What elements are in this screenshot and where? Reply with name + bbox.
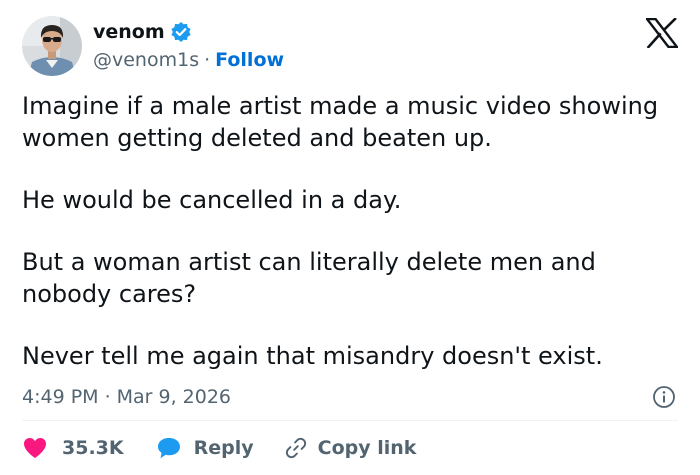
display-name[interactable]: venom [93, 21, 165, 43]
tweet-date[interactable]: Mar 9, 2026 [117, 386, 231, 408]
reply-label: Reply [193, 437, 254, 459]
author-meta: venom @venom1s · Follow [93, 18, 284, 74]
tweet-paragraph: Imagine if a male artist made a music vi… [22, 92, 659, 152]
tweet-header: venom @venom1s · Follow [22, 16, 284, 76]
handle-separator: · [204, 49, 211, 71]
like-button[interactable]: 35.3K [22, 436, 124, 460]
action-bar: 35.3K Reply Copy link [22, 434, 416, 462]
info-icon[interactable] [652, 385, 676, 409]
avatar-image [22, 16, 82, 76]
handle-row: @venom1s · Follow [93, 46, 284, 74]
avatar[interactable] [22, 16, 82, 76]
tweet-paragraph: He would be cancelled in a day. [22, 186, 402, 214]
tweet-card: venom @venom1s · Follow Imagine if a mal… [0, 0, 700, 475]
tweet-time[interactable]: 4:49 PM [22, 386, 99, 408]
heart-icon [22, 436, 48, 460]
timestamp[interactable]: 4:49 PM · Mar 9, 2026 [22, 384, 231, 410]
like-count: 35.3K [62, 437, 124, 459]
tweet-paragraph: Never tell me again that misandry doesn'… [22, 342, 603, 370]
date-separator: · [104, 386, 111, 408]
divider [22, 420, 678, 421]
link-icon [284, 436, 308, 460]
tweet-paragraph: But a woman artist can literally delete … [22, 248, 596, 308]
handle[interactable]: @venom1s [93, 49, 199, 71]
speech-bubble-icon [156, 436, 182, 460]
x-logo-icon[interactable] [644, 17, 680, 49]
follow-button[interactable]: Follow [215, 49, 284, 71]
verified-badge-icon [170, 21, 192, 43]
name-row: venom [93, 18, 284, 46]
copy-link-label: Copy link [317, 437, 417, 459]
reply-button[interactable]: Reply [156, 436, 254, 460]
tweet-text: Imagine if a male artist made a music vi… [22, 90, 672, 372]
copy-link-button[interactable]: Copy link [284, 436, 417, 460]
